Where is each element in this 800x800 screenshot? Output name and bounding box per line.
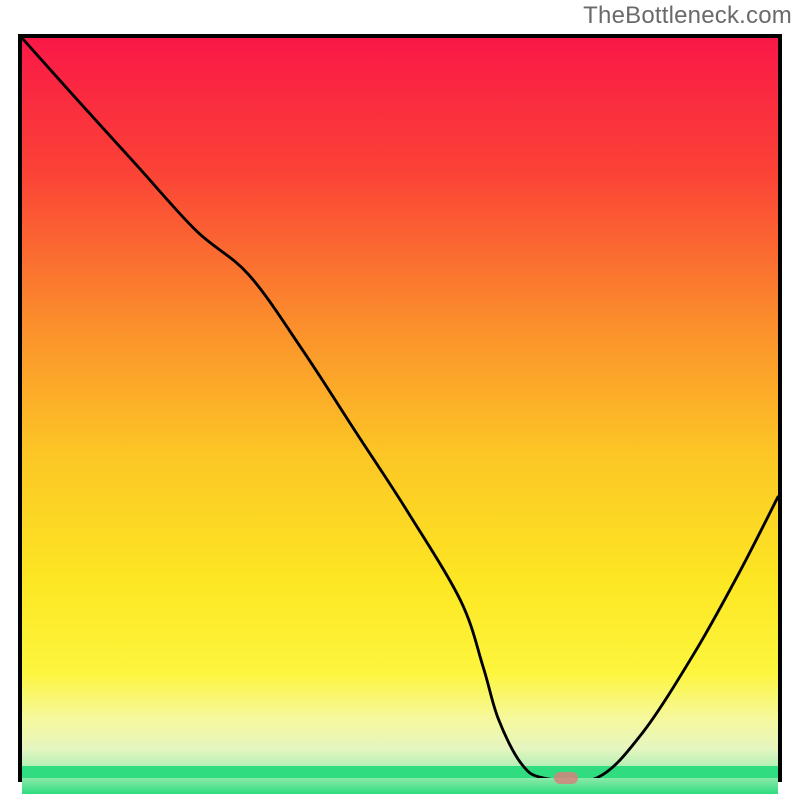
plot-frame	[18, 34, 782, 782]
marker-point	[554, 772, 578, 784]
line-curve	[22, 38, 778, 778]
watermark-text: TheBottleneck.com	[583, 2, 792, 30]
chart-container: TheBottleneck.com	[0, 0, 800, 800]
